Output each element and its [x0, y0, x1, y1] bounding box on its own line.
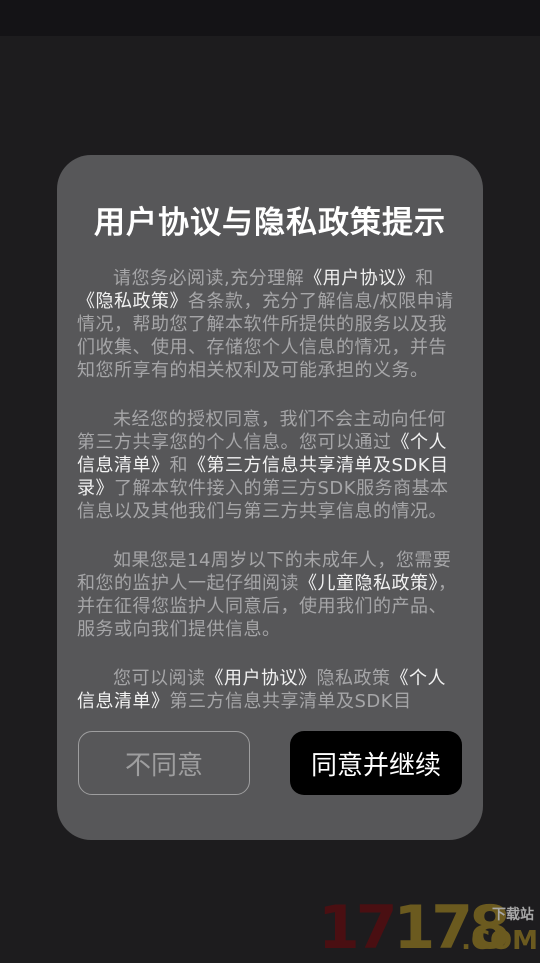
dialog-content-scroll[interactable]: 请您务必阅读,充分理解《用户协议》和《隐私政策》各条款，充分了解信息/权限申请情… — [77, 267, 463, 807]
text: 了解本软件接入的第三方SDK服务商基本信息以及其他我们与第三方共享信息的情况。 — [77, 478, 449, 522]
dialog-title: 用户协议与隐私政策提示 — [94, 205, 446, 241]
link-user-agreement-2[interactable]: 《用户协议》 — [206, 668, 317, 689]
site-watermark: 17178 下载站 .COM — [318, 896, 540, 960]
status-bar — [0, 0, 540, 36]
paragraph-read-more: 您可以阅读《用户协议》隐私政策《个人信息清单》第三方信息共享清单及SDK目 — [77, 667, 463, 713]
link-children-privacy-policy[interactable]: 《儿童隐私政策》 — [299, 573, 438, 594]
text: 第三方信息共享清单及SDK目 — [169, 691, 412, 712]
paragraph-agreement: 请您务必阅读,充分理解《用户协议》和《隐私政策》各条款，充分了解信息/权限申请情… — [77, 267, 463, 382]
watermark-com-text: .COM — [461, 926, 538, 956]
disagree-button[interactable]: 不同意 — [78, 731, 250, 795]
link-privacy-policy[interactable]: 《隐私政策》 — [77, 291, 188, 312]
text: 您可以阅读 — [113, 668, 206, 689]
text: 请您务必阅读,充分理解 — [113, 268, 305, 289]
link-user-agreement[interactable]: 《用户协议》 — [304, 268, 415, 289]
watermark-num-a: 17 — [318, 893, 397, 963]
text: 和 — [169, 455, 188, 476]
paragraph-sharing: 未经您的授权同意，我们不会主动向任何第三方共享您的个人信息。您可以通过《个人信息… — [77, 408, 463, 523]
watermark-download-text: 下载站 — [492, 907, 534, 923]
privacy-dialog: 用户协议与隐私政策提示 请您务必阅读,充分理解《用户协议》和《隐私政策》各条款，… — [57, 155, 483, 840]
paragraph-minors: 如果您是14周岁以下的未成年人，您需要和您的监护人一起仔细阅读《儿童隐私政策》，… — [77, 549, 463, 641]
text: 隐私政策 — [316, 668, 391, 689]
text: 和 — [415, 268, 434, 289]
agree-continue-button[interactable]: 同意并继续 — [290, 731, 462, 795]
